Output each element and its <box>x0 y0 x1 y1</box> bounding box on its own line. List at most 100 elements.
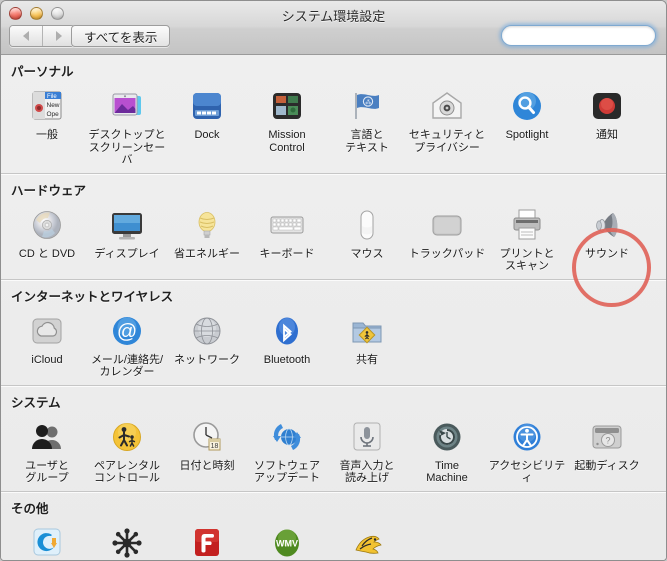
apple-qmaster-icon <box>107 523 147 561</box>
pref-pane-software-update[interactable]: ソフトウェア アップデート <box>247 415 327 485</box>
pref-pane-desktop-screensaver[interactable]: デスクトップと スクリーンセーバ <box>87 84 167 167</box>
pref-pane-network[interactable]: ネットワーク <box>167 309 247 379</box>
svg-text:New: New <box>47 102 60 109</box>
pane-label: 一般 <box>36 129 58 142</box>
pref-pane-mail-contacts-calendars[interactable]: @ メール/連絡先/ カレンダー <box>87 309 167 379</box>
svg-text:18: 18 <box>211 443 219 450</box>
users-groups-icon <box>27 417 67 457</box>
section-hardware: ハードウェア <box>1 174 666 279</box>
notifications-icon <box>587 86 627 126</box>
pref-pane-trackpad[interactable]: トラックパッド <box>407 203 487 273</box>
section-other: その他 Akamai <box>1 492 666 561</box>
cd-dvd-icon <box>27 205 67 245</box>
pane-label: ソフトウェア アップデート <box>254 460 320 485</box>
pref-pane-language-text[interactable]: ⁂ 言語と テキスト <box>327 84 407 167</box>
pref-pane-dictation-speech[interactable]: 音声入力と 読み上げ <box>327 415 407 485</box>
svg-text:File: File <box>47 94 57 100</box>
pref-pane-icloud[interactable]: iCloud <box>7 309 87 379</box>
pref-pane-akamai[interactable]: Akamai <box>7 521 87 561</box>
pref-pane-flash-player[interactable]: Flash Player <box>167 521 247 561</box>
pane-label: サウンド <box>585 248 629 261</box>
accessibility-icon <box>507 417 547 457</box>
pref-pane-time-machine[interactable]: Time Machine <box>407 415 487 485</box>
pane-row: ユーザと グループ ペアレンタル コントロール <box>1 413 666 491</box>
pref-pane-sharing[interactable]: 共有 <box>327 309 407 379</box>
search-field[interactable] <box>501 25 656 46</box>
pane-row: Akamai <box>1 519 666 561</box>
pane-row: CD と DVD ディスプレイ <box>1 201 666 279</box>
pane-label: ペアレンタル コントロール <box>94 460 160 485</box>
section-system: システム ユーザと グループ <box>1 386 666 491</box>
pane-label: Mission Control <box>268 129 305 154</box>
spotlight-icon <box>507 86 547 126</box>
pane-label: 共有 <box>356 354 378 367</box>
search-input[interactable] <box>509 29 667 43</box>
pref-pane-print-scan[interactable]: プリントと スキャン <box>487 203 567 273</box>
pane-label: Dock <box>194 129 219 142</box>
pref-pane-keyboard[interactable]: キーボード <box>247 203 327 273</box>
show-all-button[interactable]: すべてを表示 <box>71 25 170 47</box>
startup-disk-icon: ? <box>587 417 627 457</box>
dock-icon <box>187 86 227 126</box>
akamai-icon <box>27 523 67 561</box>
software-update-icon <box>267 417 307 457</box>
pref-pane-energy-saver[interactable]: 省エネルギー <box>167 203 247 273</box>
section-title: パーソナル <box>1 55 666 82</box>
displays-icon <box>107 205 147 245</box>
date-time-icon: 18 <box>187 417 227 457</box>
pane-label: Bluetooth <box>264 354 310 367</box>
pref-pane-notifications[interactable]: 通知 <box>567 84 647 167</box>
general-icon: File New Ope <box>27 86 67 126</box>
svg-text:?: ? <box>605 435 610 445</box>
pane-label: メール/連絡先/ カレンダー <box>91 354 163 379</box>
pane-label: キーボード <box>260 248 315 261</box>
pref-pane-cd-dvd[interactable]: CD と DVD <box>7 203 87 273</box>
pane-label: Spotlight <box>506 129 549 142</box>
network-icon <box>187 311 227 351</box>
pref-pane-bluetooth[interactable]: Bluetooth <box>247 309 327 379</box>
pref-pane-spotlight[interactable]: Spotlight <box>487 84 567 167</box>
back-button[interactable] <box>10 26 42 46</box>
preference-panes-area: パーソナル File New Ope <box>1 55 666 561</box>
icloud-icon <box>27 311 67 351</box>
pref-pane-parental-controls[interactable]: ペアレンタル コントロール <box>87 415 167 485</box>
mission-control-icon <box>267 86 307 126</box>
pref-pane-date-time[interactable]: 18 日付と時刻 <box>167 415 247 485</box>
mail-contacts-calendars-icon: @ <box>107 311 147 351</box>
pref-pane-dock[interactable]: Dock <box>167 84 247 167</box>
flash-player-icon <box>187 523 227 561</box>
chevron-right-icon <box>56 31 62 41</box>
window-title: システム環境設定 <box>1 6 666 25</box>
mouse-icon <box>347 205 387 245</box>
parental-controls-icon <box>107 417 147 457</box>
pane-label: アクセシビリティ <box>487 460 567 485</box>
section-title: インターネットとワイヤレス <box>1 280 666 307</box>
pane-label: ディスプレイ <box>94 248 159 261</box>
pref-pane-sound[interactable]: サウンド <box>567 203 647 273</box>
pane-label: 起動ディスク <box>574 460 639 473</box>
desktop-screensaver-icon <box>107 86 147 126</box>
chevron-left-icon <box>23 31 29 41</box>
pref-pane-mouse[interactable]: マウス <box>327 203 407 273</box>
pane-label: iCloud <box>31 354 62 367</box>
svg-text:⁂: ⁂ <box>365 100 371 106</box>
pref-pane-security-privacy[interactable]: セキュリティと プライバシー <box>407 84 487 167</box>
pref-pane-startup-disk[interactable]: ? 起動ディスク <box>567 415 647 485</box>
forward-button[interactable] <box>42 26 74 46</box>
pref-pane-flip4mac-wmv[interactable]: WMV Flip4Mac WMV <box>247 521 327 561</box>
pref-pane-mission-control[interactable]: Mission Control <box>247 84 327 167</box>
svg-text:WMV: WMV <box>276 538 298 548</box>
pane-label: プリントと スキャン <box>500 248 555 273</box>
pref-pane-apple-qmaster[interactable]: Apple Qmaster <box>87 521 167 561</box>
pref-pane-users-groups[interactable]: ユーザと グループ <box>7 415 87 485</box>
pane-label: ユーザと グループ <box>25 460 69 485</box>
pref-pane-growl[interactable]: Growl <box>327 521 407 561</box>
dictation-speech-icon <box>347 417 387 457</box>
bluetooth-icon <box>267 311 307 351</box>
pref-pane-general[interactable]: File New Ope 一般 <box>7 84 87 167</box>
pane-label: セキュリティと プライバシー <box>409 129 485 154</box>
sound-icon <box>587 205 627 245</box>
pref-pane-accessibility[interactable]: アクセシビリティ <box>487 415 567 485</box>
pref-pane-displays[interactable]: ディスプレイ <box>87 203 167 273</box>
growl-icon <box>347 523 387 561</box>
